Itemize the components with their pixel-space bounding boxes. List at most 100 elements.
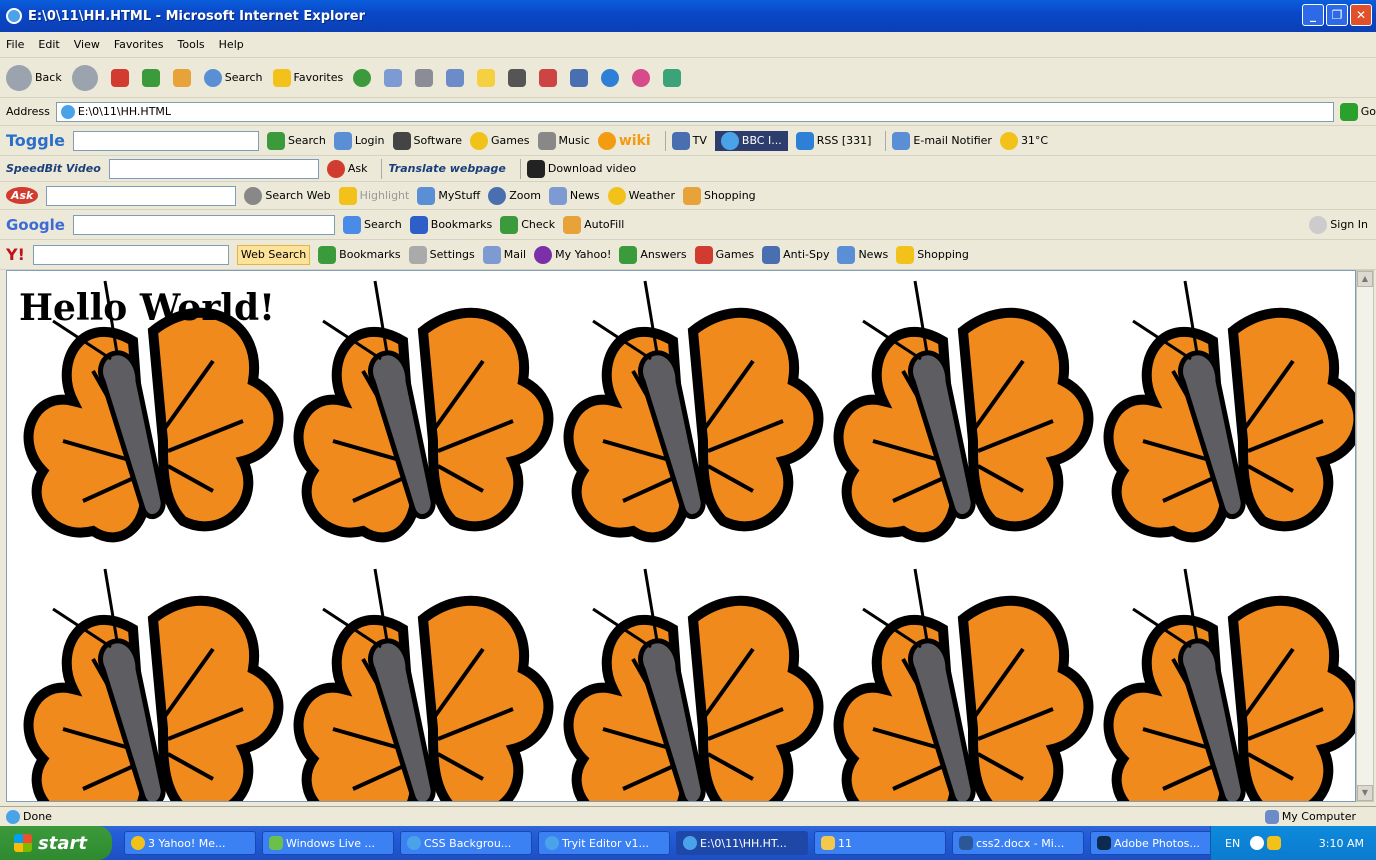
anti-spy-button[interactable]: Anti-Spy [762,245,829,264]
task-css-background[interactable]: CSS Backgrou... [400,831,532,855]
menu-help[interactable]: Help [219,38,244,51]
mystuff-button[interactable]: MyStuff [417,186,480,205]
toggle-login-button[interactable]: Login [333,131,385,150]
task-photoshop[interactable]: Adobe Photos... [1090,831,1222,855]
tray-app-icon[interactable] [1267,836,1282,850]
yahoo-bookmarks-button[interactable]: Bookmarks [318,245,401,264]
highlighter-icon [338,186,357,205]
news-button[interactable]: News [548,186,600,205]
download-video-button[interactable]: Download video [526,159,636,178]
toggle-rss-button[interactable]: RSS [331] [795,131,871,150]
close-button[interactable]: ✕ [1350,4,1372,26]
news-icon [548,186,567,205]
highlight-button[interactable]: Highlight [338,186,409,205]
pen-button[interactable] [539,68,560,87]
address-label: Address [6,105,50,118]
task-folder-11[interactable]: 11 [814,831,946,855]
start-button[interactable]: start [0,826,112,860]
ask-logo[interactable]: Ask [6,187,39,204]
address-input[interactable]: E:\0\11\HH.HTML [55,101,1334,122]
notes-button[interactable] [477,68,498,87]
task-yahoo-messenger[interactable]: 3 Yahoo! Me... [124,831,256,855]
weather-readout[interactable]: 31°C [999,131,1048,150]
menu-favorites[interactable]: Favorites [114,38,164,51]
yahoo-games-button[interactable]: Games [694,245,754,264]
menu-file[interactable]: File [6,38,24,51]
refresh-button[interactable] [141,68,163,87]
weather-button[interactable]: Weather [607,186,675,205]
google-search-button[interactable]: Search [342,215,402,234]
yahoo-toolbar: Y! Web Search Bookmarks Settings Mail My… [0,240,1376,270]
smiley-button[interactable] [632,68,653,87]
tray-expand-icon[interactable] [1250,836,1265,850]
news-icon [837,245,856,264]
menu-tools[interactable]: Tools [178,38,205,51]
toggle-logo[interactable]: Toggle [6,131,65,150]
task-tryit-editor[interactable]: Tryit Editor v1... [538,831,670,855]
title-bar[interactable]: E:\0\11\HH.HTML - Microsoft Internet Exp… [0,0,1376,32]
email-notifier-button[interactable]: E-mail Notifier [892,131,992,150]
yahoo-settings-button[interactable]: Settings [408,245,475,264]
yahoo-logo[interactable]: Y! [6,245,25,264]
google-bookmarks-button[interactable]: Bookmarks [409,215,492,234]
toggle-tv-button[interactable]: TV [671,131,707,150]
speedbit-logo[interactable]: SpeedBit Video [6,162,101,175]
language-indicator[interactable]: EN [1225,837,1240,850]
forward-button[interactable] [71,64,101,91]
k-button[interactable] [508,68,529,87]
spellcheck-button[interactable]: Check [500,215,555,234]
yahoo-news-button[interactable]: News [837,245,888,264]
home-button[interactable] [172,68,194,87]
task-windows-live[interactable]: Windows Live ... [262,831,394,855]
zoom-button[interactable]: Zoom [488,186,541,205]
speedbit-search-input[interactable] [108,158,319,179]
toggle-search-input[interactable] [73,130,260,151]
search-web-button[interactable]: Search Web [244,186,331,205]
camera-button[interactable] [570,68,591,87]
yahoo-search-input[interactable] [32,244,229,265]
mail-button[interactable] [384,68,405,87]
messenger-button[interactable] [663,68,684,87]
autofill-button[interactable]: AutoFill [563,215,624,234]
edit-button[interactable] [446,68,467,87]
history-button[interactable] [353,68,374,87]
google-logo[interactable]: Google [6,216,65,234]
vertical-scrollbar[interactable]: ▲ ▼ [1356,270,1374,802]
tv-icon [671,131,690,150]
toggle-software-button[interactable]: Software [392,131,462,150]
toggle-games-button[interactable]: Games [470,131,530,150]
task-hh-html[interactable]: E:\0\11\HH.HT... [676,831,808,855]
yahoo-answers-button[interactable]: Answers [619,245,687,264]
translate-button[interactable]: Translate webpage [388,162,505,175]
user-icon [1309,215,1328,234]
menu-edit[interactable]: Edit [38,38,59,51]
yahoo-web-search-button[interactable]: Web Search [236,244,311,265]
toggle-music-button[interactable]: Music [537,131,590,150]
toggle-wiki-button[interactable]: wiki [597,131,651,150]
maximize-button[interactable]: ❐ [1326,4,1348,26]
menu-view[interactable]: View [74,38,100,51]
scroll-up-button[interactable]: ▲ [1357,271,1373,287]
butterfly-background [7,271,1356,802]
yahoo-mail-button[interactable]: Mail [482,245,526,264]
print-button[interactable] [415,68,436,87]
ask-search-input[interactable] [46,185,237,206]
disc-icon [601,68,620,87]
google-search-input[interactable] [72,214,335,235]
google-signin-button[interactable]: Sign In [1309,215,1368,234]
search-button[interactable]: Search [203,68,263,87]
toggle-search-button[interactable]: Search [267,131,326,150]
ask-button[interactable]: Ask [326,159,367,178]
disc-button[interactable] [601,68,622,87]
shopping-button[interactable]: Shopping [682,186,756,205]
back-button[interactable]: Back [6,64,62,91]
stop-button[interactable] [110,68,132,87]
go-button[interactable]: Go [1339,102,1376,121]
my-yahoo-button[interactable]: My Yahoo! [534,245,611,264]
favorites-button[interactable]: Favorites [272,68,343,87]
task-word-doc[interactable]: css2.docx - Mi... [952,831,1084,855]
scroll-down-button[interactable]: ▼ [1357,785,1373,801]
yahoo-shopping-button[interactable]: Shopping [896,245,969,264]
minimize-button[interactable]: _ [1302,4,1324,26]
radio-player[interactable]: BBC I... [714,130,788,151]
